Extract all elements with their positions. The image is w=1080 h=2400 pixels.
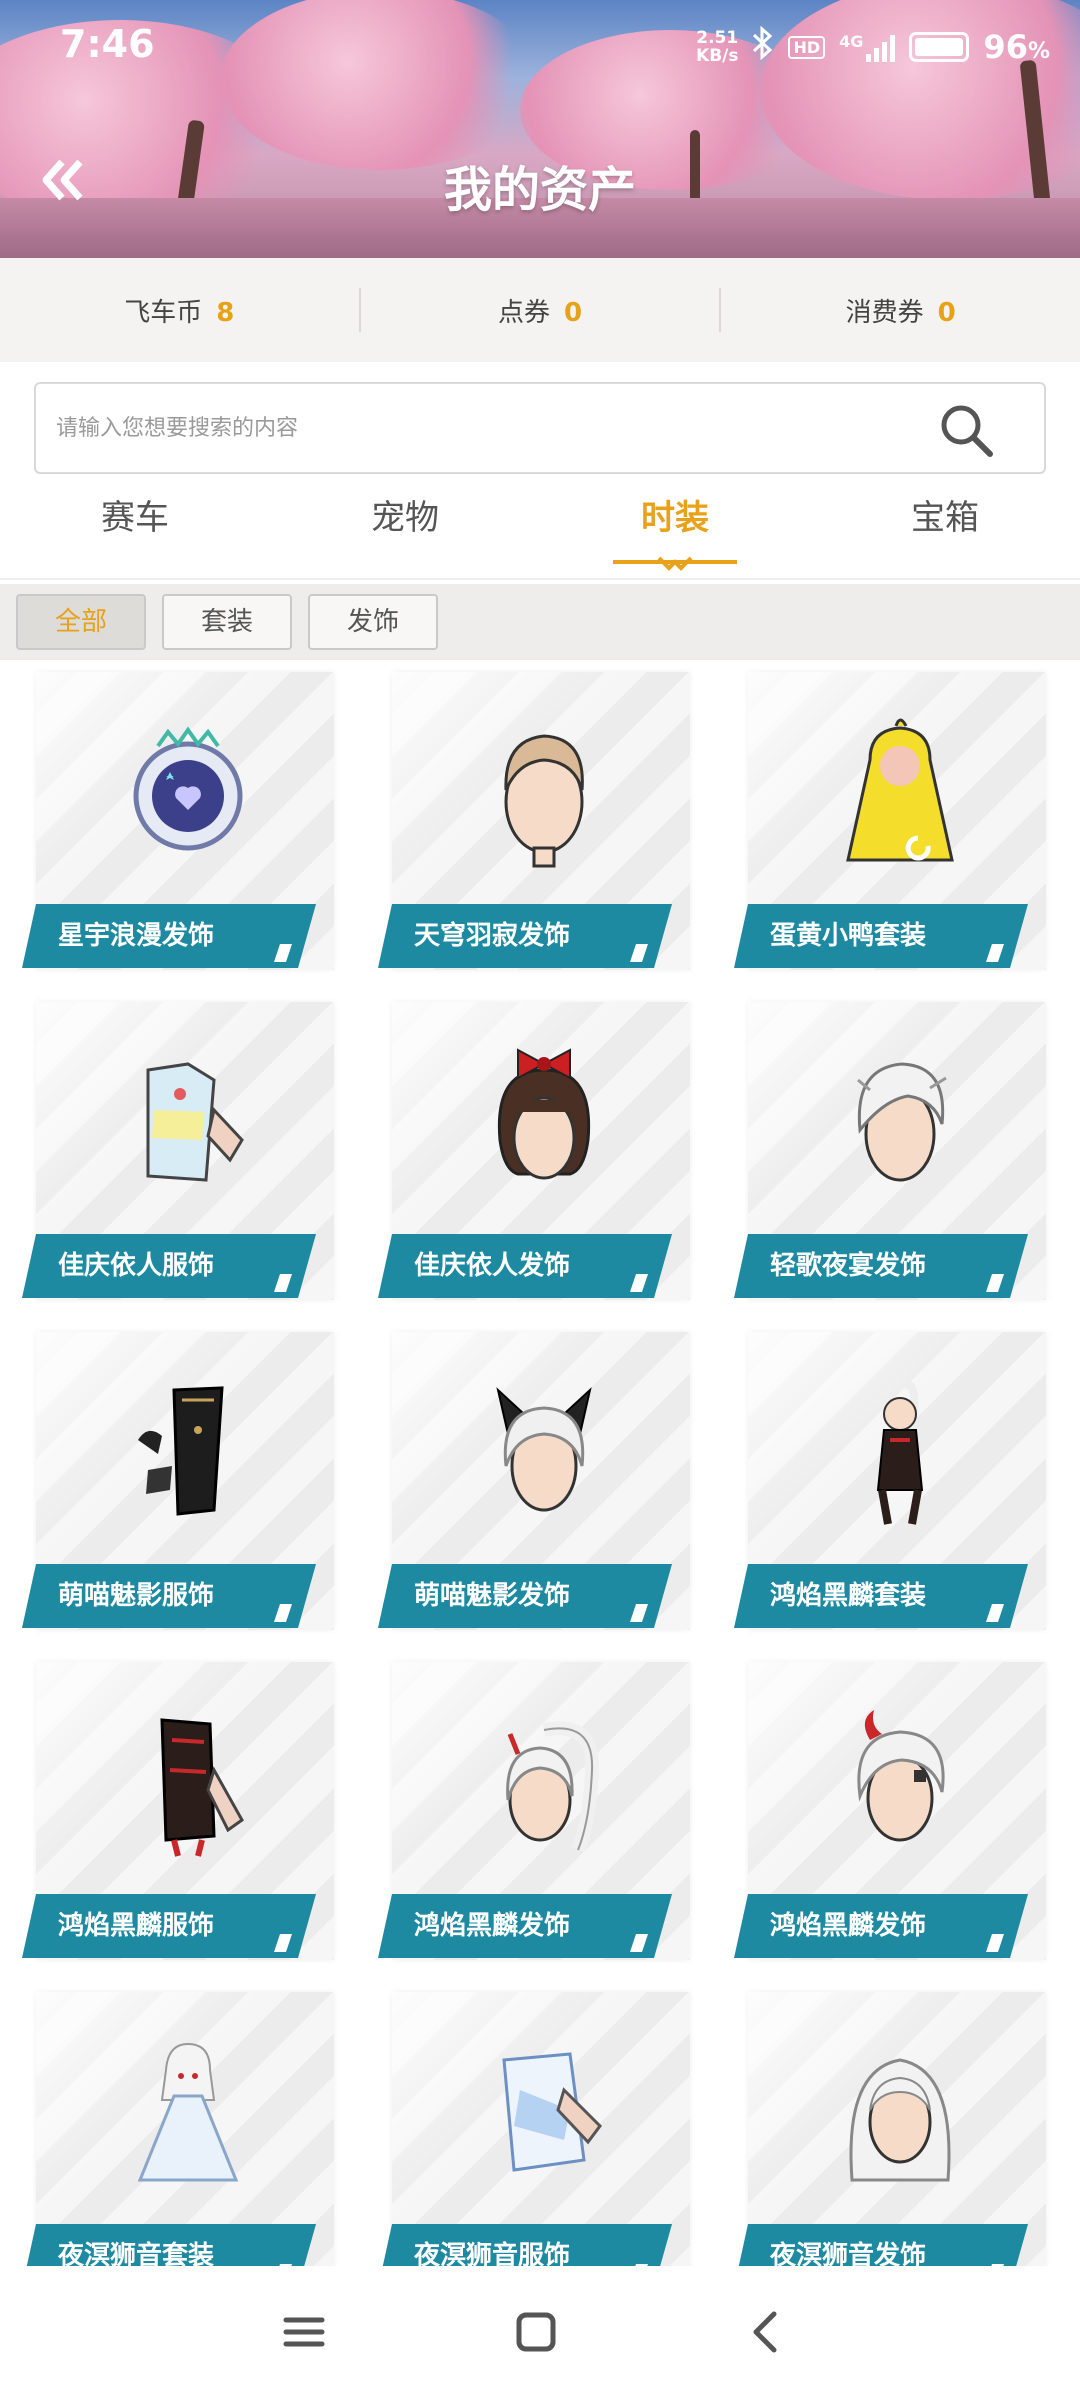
category-tabs: 赛车 宠物 时装 宝箱 xyxy=(0,486,1080,576)
item-name: 鸿焰黑麟服饰 xyxy=(22,1894,316,1958)
divider xyxy=(0,578,1080,580)
blossom-decoration xyxy=(220,0,540,170)
menu-button[interactable] xyxy=(274,2302,334,2362)
item-card[interactable]: 鸿焰黑麟服饰 xyxy=(18,1650,338,1960)
outfit-icon xyxy=(146,1062,244,1182)
ponytail-hair-icon xyxy=(506,1721,600,1853)
item-name: 鸿焰黑麟发饰 xyxy=(378,1894,672,1958)
network-speed: 2.51 KB/s xyxy=(696,28,739,66)
item-card[interactable]: 鸿焰黑麟发饰 xyxy=(374,1650,694,1960)
filter-hair[interactable]: 发饰 xyxy=(308,594,438,650)
item-card[interactable]: 萌喵魅影发饰 xyxy=(374,1320,694,1630)
home-square-icon xyxy=(516,2312,556,2352)
currency-xiaofeiquan: 消费券 0 xyxy=(845,297,956,328)
astronaut-helmet-icon xyxy=(133,726,243,851)
tab-fashion[interactable]: 时装 xyxy=(540,486,810,576)
item-name: 鸿焰黑麟发饰 xyxy=(734,1894,1028,1958)
battery-percent: 96% xyxy=(983,28,1050,66)
tab-chests[interactable]: 宝箱 xyxy=(810,486,1080,576)
item-name: 佳庆依人发饰 xyxy=(378,1234,672,1298)
short-hair-icon xyxy=(504,734,584,868)
item-name: 萌喵魅影服饰 xyxy=(22,1564,316,1628)
item-card[interactable]: 佳庆依人发饰 xyxy=(374,990,694,1300)
bluetooth-icon xyxy=(752,25,774,68)
white-hair-icon xyxy=(857,1062,947,1182)
white-dress-costume-icon xyxy=(137,2042,239,2182)
system-back-button[interactable] xyxy=(736,2302,796,2362)
search-box xyxy=(34,382,1046,474)
cat-ear-hair-icon xyxy=(496,1387,592,1512)
menu-icon xyxy=(283,2317,325,2347)
search-icon[interactable] xyxy=(936,400,996,460)
status-time: 7:46 xyxy=(60,22,155,66)
tab-cars[interactable]: 赛车 xyxy=(0,486,270,576)
item-name: 轻歌夜宴发饰 xyxy=(734,1234,1028,1298)
item-grid: 星宇浪漫发饰 天穹羽寂发饰 蛋黄小鸭套装 佳庆依人服饰 佳庆依人发饰 轻歌夜宴发… xyxy=(0,660,1080,2266)
item-card[interactable]: 天穹羽寂发饰 xyxy=(374,660,694,970)
currency-feichebi: 飞车币 8 xyxy=(124,297,235,328)
item-card[interactable]: 星宇浪漫发饰 xyxy=(18,660,338,970)
back-chevron-icon xyxy=(753,2311,777,2353)
black-outfit-icon xyxy=(138,1386,224,1516)
item-name: 夜溟狮音发饰 xyxy=(734,2224,1028,2266)
white-outfit-icon xyxy=(502,2052,602,2172)
system-nav-bar xyxy=(0,2266,1080,2400)
filter-chips: 全部 套装 发饰 xyxy=(0,584,1080,660)
tab-indicator xyxy=(613,556,737,571)
item-name: 星宇浪漫发饰 xyxy=(22,904,316,968)
item-name: 蛋黄小鸭套装 xyxy=(734,904,1028,968)
item-name: 天穹羽寂发饰 xyxy=(378,904,672,968)
signal-icon: 4G xyxy=(839,32,896,62)
status-icons: 2.51 KB/s HD 4G 96% xyxy=(696,25,1050,68)
item-card[interactable]: 鸿焰黑麟套装 xyxy=(730,1320,1050,1630)
hd-icon: HD xyxy=(788,35,826,59)
currency-dianquan: 点券 0 xyxy=(497,297,583,328)
item-card[interactable]: 佳庆依人服饰 xyxy=(18,990,338,1300)
page-title: 我的资产 xyxy=(443,162,636,218)
duck-costume-icon xyxy=(846,718,954,862)
item-card[interactable]: 蛋黄小鸭套装 xyxy=(730,660,1050,970)
item-name: 夜溟狮音套装 xyxy=(22,2224,316,2266)
tab-pets[interactable]: 宠物 xyxy=(270,486,540,576)
item-card[interactable]: 夜溟狮音服饰 xyxy=(374,1980,694,2266)
header-banner: 7:46 2.51 KB/s HD 4G 96% 我的资产 xyxy=(0,0,1080,258)
search-input[interactable] xyxy=(56,408,916,448)
item-card[interactable]: 夜溟狮音发饰 xyxy=(730,1980,1050,2266)
item-name: 鸿焰黑麟套装 xyxy=(734,1564,1028,1628)
item-card[interactable]: 轻歌夜宴发饰 xyxy=(730,990,1050,1300)
long-white-hair-icon xyxy=(849,2058,951,2182)
battery-icon xyxy=(909,32,970,62)
item-name: 佳庆依人服饰 xyxy=(22,1234,316,1298)
item-name: 萌喵魅影发饰 xyxy=(378,1564,672,1628)
armor-outfit-icon xyxy=(160,1718,244,1857)
currency-bar: 飞车币 8 点券 0 消费券 0 xyxy=(0,258,1080,362)
bow-hair-icon xyxy=(497,1048,591,1180)
item-name: 夜溟狮音服饰 xyxy=(378,2224,672,2266)
item-card[interactable]: 萌喵魅影服饰 xyxy=(18,1320,338,1630)
horn-hair-icon xyxy=(857,1710,945,1842)
home-button[interactable] xyxy=(506,2302,566,2362)
armor-costume-icon xyxy=(876,1381,924,1525)
item-card[interactable]: 鸿焰黑麟发饰 xyxy=(730,1650,1050,1960)
filter-all[interactable]: 全部 xyxy=(16,594,146,650)
filter-suits[interactable]: 套装 xyxy=(162,594,292,650)
item-card[interactable]: 夜溟狮音套装 xyxy=(18,1980,338,2266)
